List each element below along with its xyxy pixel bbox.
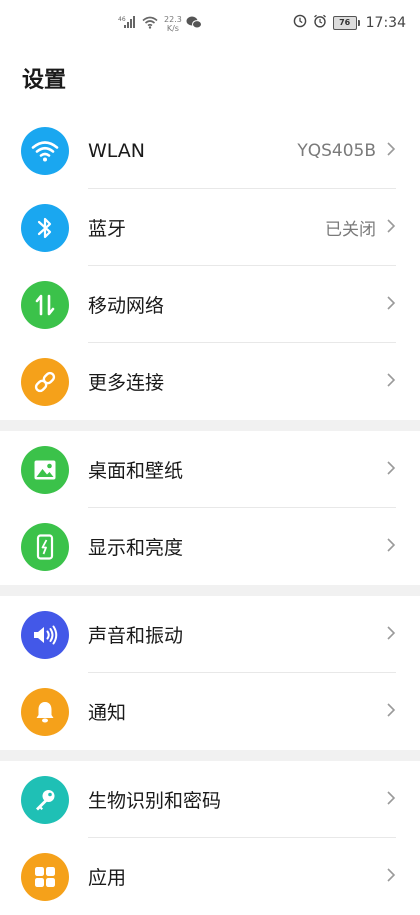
mobile-data-icon: [21, 280, 69, 329]
page-title: 设置: [22, 68, 67, 93]
key-icon: [21, 775, 69, 824]
speed-unit: K/s: [166, 23, 179, 33]
sound-label: 声音和振动: [88, 625, 184, 647]
network-speed: 22.3 K/s: [164, 15, 182, 33]
clock-time: 17:34: [365, 15, 406, 31]
wechat-icon: [186, 14, 202, 33]
image-icon: [21, 445, 69, 494]
bell-icon: [21, 687, 69, 736]
bluetooth-icon: [21, 203, 69, 252]
chevron-right-icon: [386, 537, 396, 557]
status-center: 46 22.3 K/s: [118, 14, 202, 33]
wifi-icon: [21, 126, 69, 175]
chevron-right-icon: [386, 141, 396, 161]
chevron-right-icon: [386, 295, 396, 315]
settings-item-display[interactable]: 显示和亮度: [0, 508, 420, 585]
chevron-right-icon: [386, 460, 396, 480]
svg-text:46: 46: [118, 16, 126, 23]
wifi-status-icon: [142, 14, 158, 33]
wallpaper-label: 桌面和壁纸: [88, 460, 184, 482]
chevron-right-icon: [386, 790, 396, 810]
chevron-right-icon: [386, 372, 396, 392]
apps-grid-icon: [21, 852, 69, 901]
bluetooth-value: 已关闭: [325, 220, 376, 240]
alarm-icon: [313, 14, 327, 32]
bluetooth-label: 蓝牙: [88, 218, 127, 240]
settings-item-wlan[interactable]: WLAN YQS405B: [0, 112, 420, 189]
status-bar: 46 22.3 K/s 76 17:34: [0, 0, 420, 46]
status-right: 76 17:34: [293, 14, 406, 32]
settings-item-notifications[interactable]: 通知: [0, 673, 420, 750]
group-separator: [0, 585, 420, 596]
battery-saver-icon: [293, 14, 307, 32]
settings-list: WLAN YQS405B 蓝牙 已关闭 移动网络 更多连接 桌面和壁纸 显示和亮…: [0, 112, 420, 915]
wlan-label: WLAN: [88, 139, 146, 162]
battery-level: 76: [332, 16, 357, 30]
display-label: 显示和亮度: [88, 537, 184, 559]
notifications-label: 通知: [88, 702, 127, 724]
mobile-network-label: 移动网络: [88, 295, 165, 317]
group-separator: [0, 420, 420, 431]
settings-item-mobile-network[interactable]: 移动网络: [0, 266, 420, 343]
chevron-right-icon: [386, 867, 396, 887]
signal-icon: 46: [118, 14, 138, 33]
chevron-right-icon: [386, 218, 396, 238]
speaker-icon: [21, 610, 69, 659]
settings-item-more-connections[interactable]: 更多连接: [0, 343, 420, 420]
chevron-right-icon: [386, 625, 396, 645]
biometrics-label: 生物识别和密码: [88, 790, 222, 812]
wlan-value: YQS405B: [297, 140, 376, 161]
settings-item-wallpaper[interactable]: 桌面和壁纸: [0, 431, 420, 508]
link-icon: [21, 357, 69, 406]
group-separator: [0, 750, 420, 761]
settings-item-apps[interactable]: 应用: [0, 838, 420, 915]
chevron-right-icon: [386, 702, 396, 722]
brightness-icon: [21, 522, 69, 571]
settings-item-sound[interactable]: 声音和振动: [0, 596, 420, 673]
more-connections-label: 更多连接: [88, 372, 165, 394]
speed-value: 22.3: [164, 14, 182, 24]
settings-item-bluetooth[interactable]: 蓝牙 已关闭: [0, 189, 420, 266]
apps-label: 应用: [88, 867, 127, 889]
settings-item-biometrics[interactable]: 生物识别和密码: [0, 761, 420, 838]
battery-icon: 76: [332, 16, 360, 30]
